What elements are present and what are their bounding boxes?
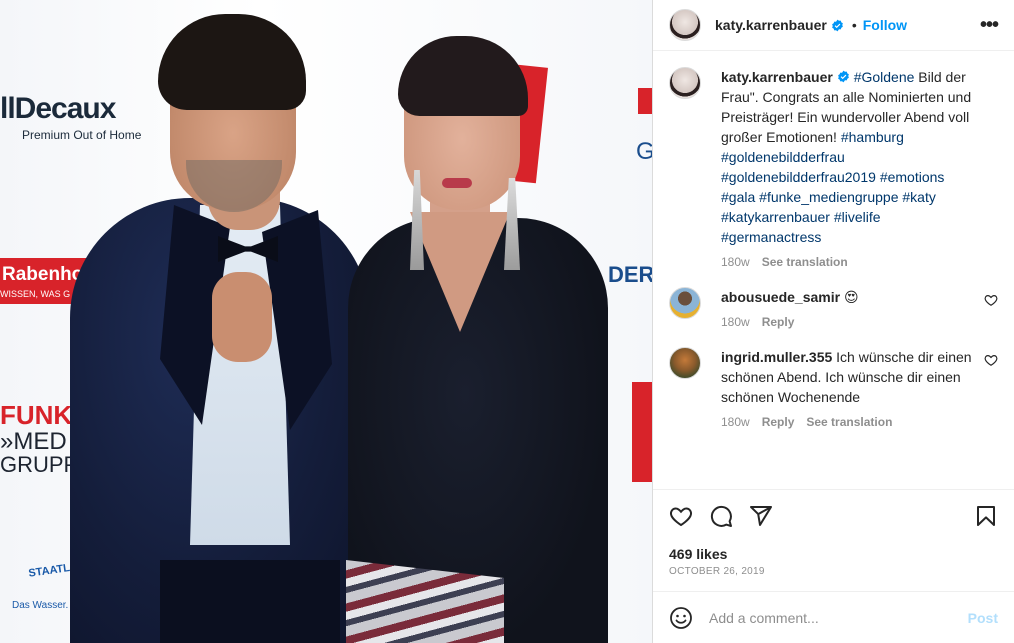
engagement-section: 469 likes OCTOBER 26, 2019 xyxy=(653,489,1014,591)
comment-bubble-icon[interactable] xyxy=(709,504,733,528)
comment-age[interactable]: 180w xyxy=(721,315,750,329)
woman-lips xyxy=(442,178,472,188)
like-heart-icon[interactable] xyxy=(669,504,693,528)
bild-logo-block-lower xyxy=(632,382,652,482)
hashtag[interactable]: #germanactress xyxy=(721,229,821,245)
like-comment-heart-icon[interactable] xyxy=(984,353,998,367)
comment-meta: 180w Reply xyxy=(721,315,980,329)
rabenhorst-tagline: WISSEN, WAS G xyxy=(0,289,71,299)
commenter-avatar[interactable] xyxy=(669,347,701,379)
post-photo[interactable]: llDecaux Premium Out of Home Rabenhor WI… xyxy=(0,0,652,643)
header-separator: • xyxy=(851,17,857,33)
caption-body: katy.karrenbauer #Goldene Bild der Frau"… xyxy=(721,67,998,269)
hashtag[interactable]: #goldenebildderfrau2019 xyxy=(721,169,876,185)
goldene-letter: G xyxy=(636,138,652,165)
hashtag[interactable]: #funke_mediengruppe xyxy=(759,189,898,205)
man-trousers xyxy=(160,560,340,643)
author-username[interactable]: katy.karrenbauer xyxy=(715,17,827,33)
bild-logo-block-right xyxy=(638,88,652,114)
post-comment-button[interactable]: Post xyxy=(968,610,998,626)
hashtag[interactable]: #goldenebildderfrau xyxy=(721,149,845,165)
comment-text: ingrid.muller.355 Ich wünsche dir einen … xyxy=(721,347,980,407)
post-sidebar: katy.karrenbauer • Follow ••• katy.karre… xyxy=(652,0,1014,643)
comment-meta: 180w Reply See translation xyxy=(721,415,980,429)
caption-username[interactable]: katy.karrenbauer xyxy=(721,69,833,85)
hashtag[interactable]: #katy xyxy=(902,189,935,205)
instagram-post: llDecaux Premium Out of Home Rabenhor WI… xyxy=(0,0,1014,643)
comment-message: 😍 xyxy=(843,289,859,305)
commenter-username[interactable]: abousuede_samir xyxy=(721,289,840,305)
hashtag[interactable]: #katykarrenbauer xyxy=(721,209,830,225)
caption-hashtag-first[interactable]: #Goldene xyxy=(854,69,915,85)
post-date[interactable]: OCTOBER 26, 2019 xyxy=(653,562,1014,591)
caption-age[interactable]: 180w xyxy=(721,255,750,269)
reply-button[interactable]: Reply xyxy=(762,415,795,429)
comment-body: abousuede_samir 😍 180w Reply xyxy=(721,287,998,329)
hashtag[interactable]: #livelife xyxy=(834,209,881,225)
jcdecaux-tagline: Premium Out of Home xyxy=(22,128,142,142)
action-bar xyxy=(653,490,1014,542)
commenter-avatar[interactable] xyxy=(669,287,701,319)
like-comment-heart-icon[interactable] xyxy=(984,293,998,307)
caption-meta: 180w See translation xyxy=(721,255,980,269)
verified-badge-icon xyxy=(831,19,843,31)
likes-count[interactable]: 469 likes xyxy=(653,546,1014,562)
comment-age[interactable]: 180w xyxy=(721,415,750,429)
commenter-username[interactable]: ingrid.muller.355 xyxy=(721,349,832,365)
reply-button[interactable]: Reply xyxy=(762,315,795,329)
comment-body: ingrid.muller.355 Ich wünsche dir einen … xyxy=(721,347,998,429)
caption-text: katy.karrenbauer #Goldene Bild der Frau"… xyxy=(721,67,980,247)
share-paper-plane-icon[interactable] xyxy=(749,504,773,528)
hashtag[interactable]: #gala xyxy=(721,189,755,205)
comment-composer: Post xyxy=(653,591,1014,643)
jcdecaux-logo: llDecaux xyxy=(0,92,116,125)
funke-logo: FUNK xyxy=(0,400,73,430)
hashtag[interactable]: #hamburg xyxy=(841,129,904,145)
more-options-icon[interactable]: ••• xyxy=(980,15,999,35)
caption: katy.karrenbauer #Goldene Bild der Frau"… xyxy=(669,67,998,269)
caption-verified-icon xyxy=(837,70,849,83)
caption-avatar[interactable] xyxy=(669,67,701,99)
comment: ingrid.muller.355 Ich wünsche dir einen … xyxy=(669,347,998,429)
comment-text: abousuede_samir 😍 xyxy=(721,287,980,307)
der-logo: DER xyxy=(608,262,652,287)
follow-button[interactable]: Follow xyxy=(863,17,907,33)
save-bookmark-icon[interactable] xyxy=(974,504,998,528)
comment-see-translation[interactable]: See translation xyxy=(806,415,892,429)
comment-input[interactable] xyxy=(709,609,968,626)
comment: abousuede_samir 😍 180w Reply xyxy=(669,287,998,329)
emoji-smiley-icon[interactable] xyxy=(669,606,693,630)
comments-list[interactable]: katy.karrenbauer #Goldene Bild der Frau"… xyxy=(653,51,1014,489)
author-avatar[interactable] xyxy=(669,9,701,41)
hashtag[interactable]: #emotions xyxy=(880,169,945,185)
caption-hashtags: #hamburg #goldenebildderfrau #goldenebil… xyxy=(721,129,944,245)
man-hand xyxy=(212,272,272,362)
post-header: katy.karrenbauer • Follow ••• xyxy=(653,0,1014,51)
caption-see-translation[interactable]: See translation xyxy=(762,255,848,269)
